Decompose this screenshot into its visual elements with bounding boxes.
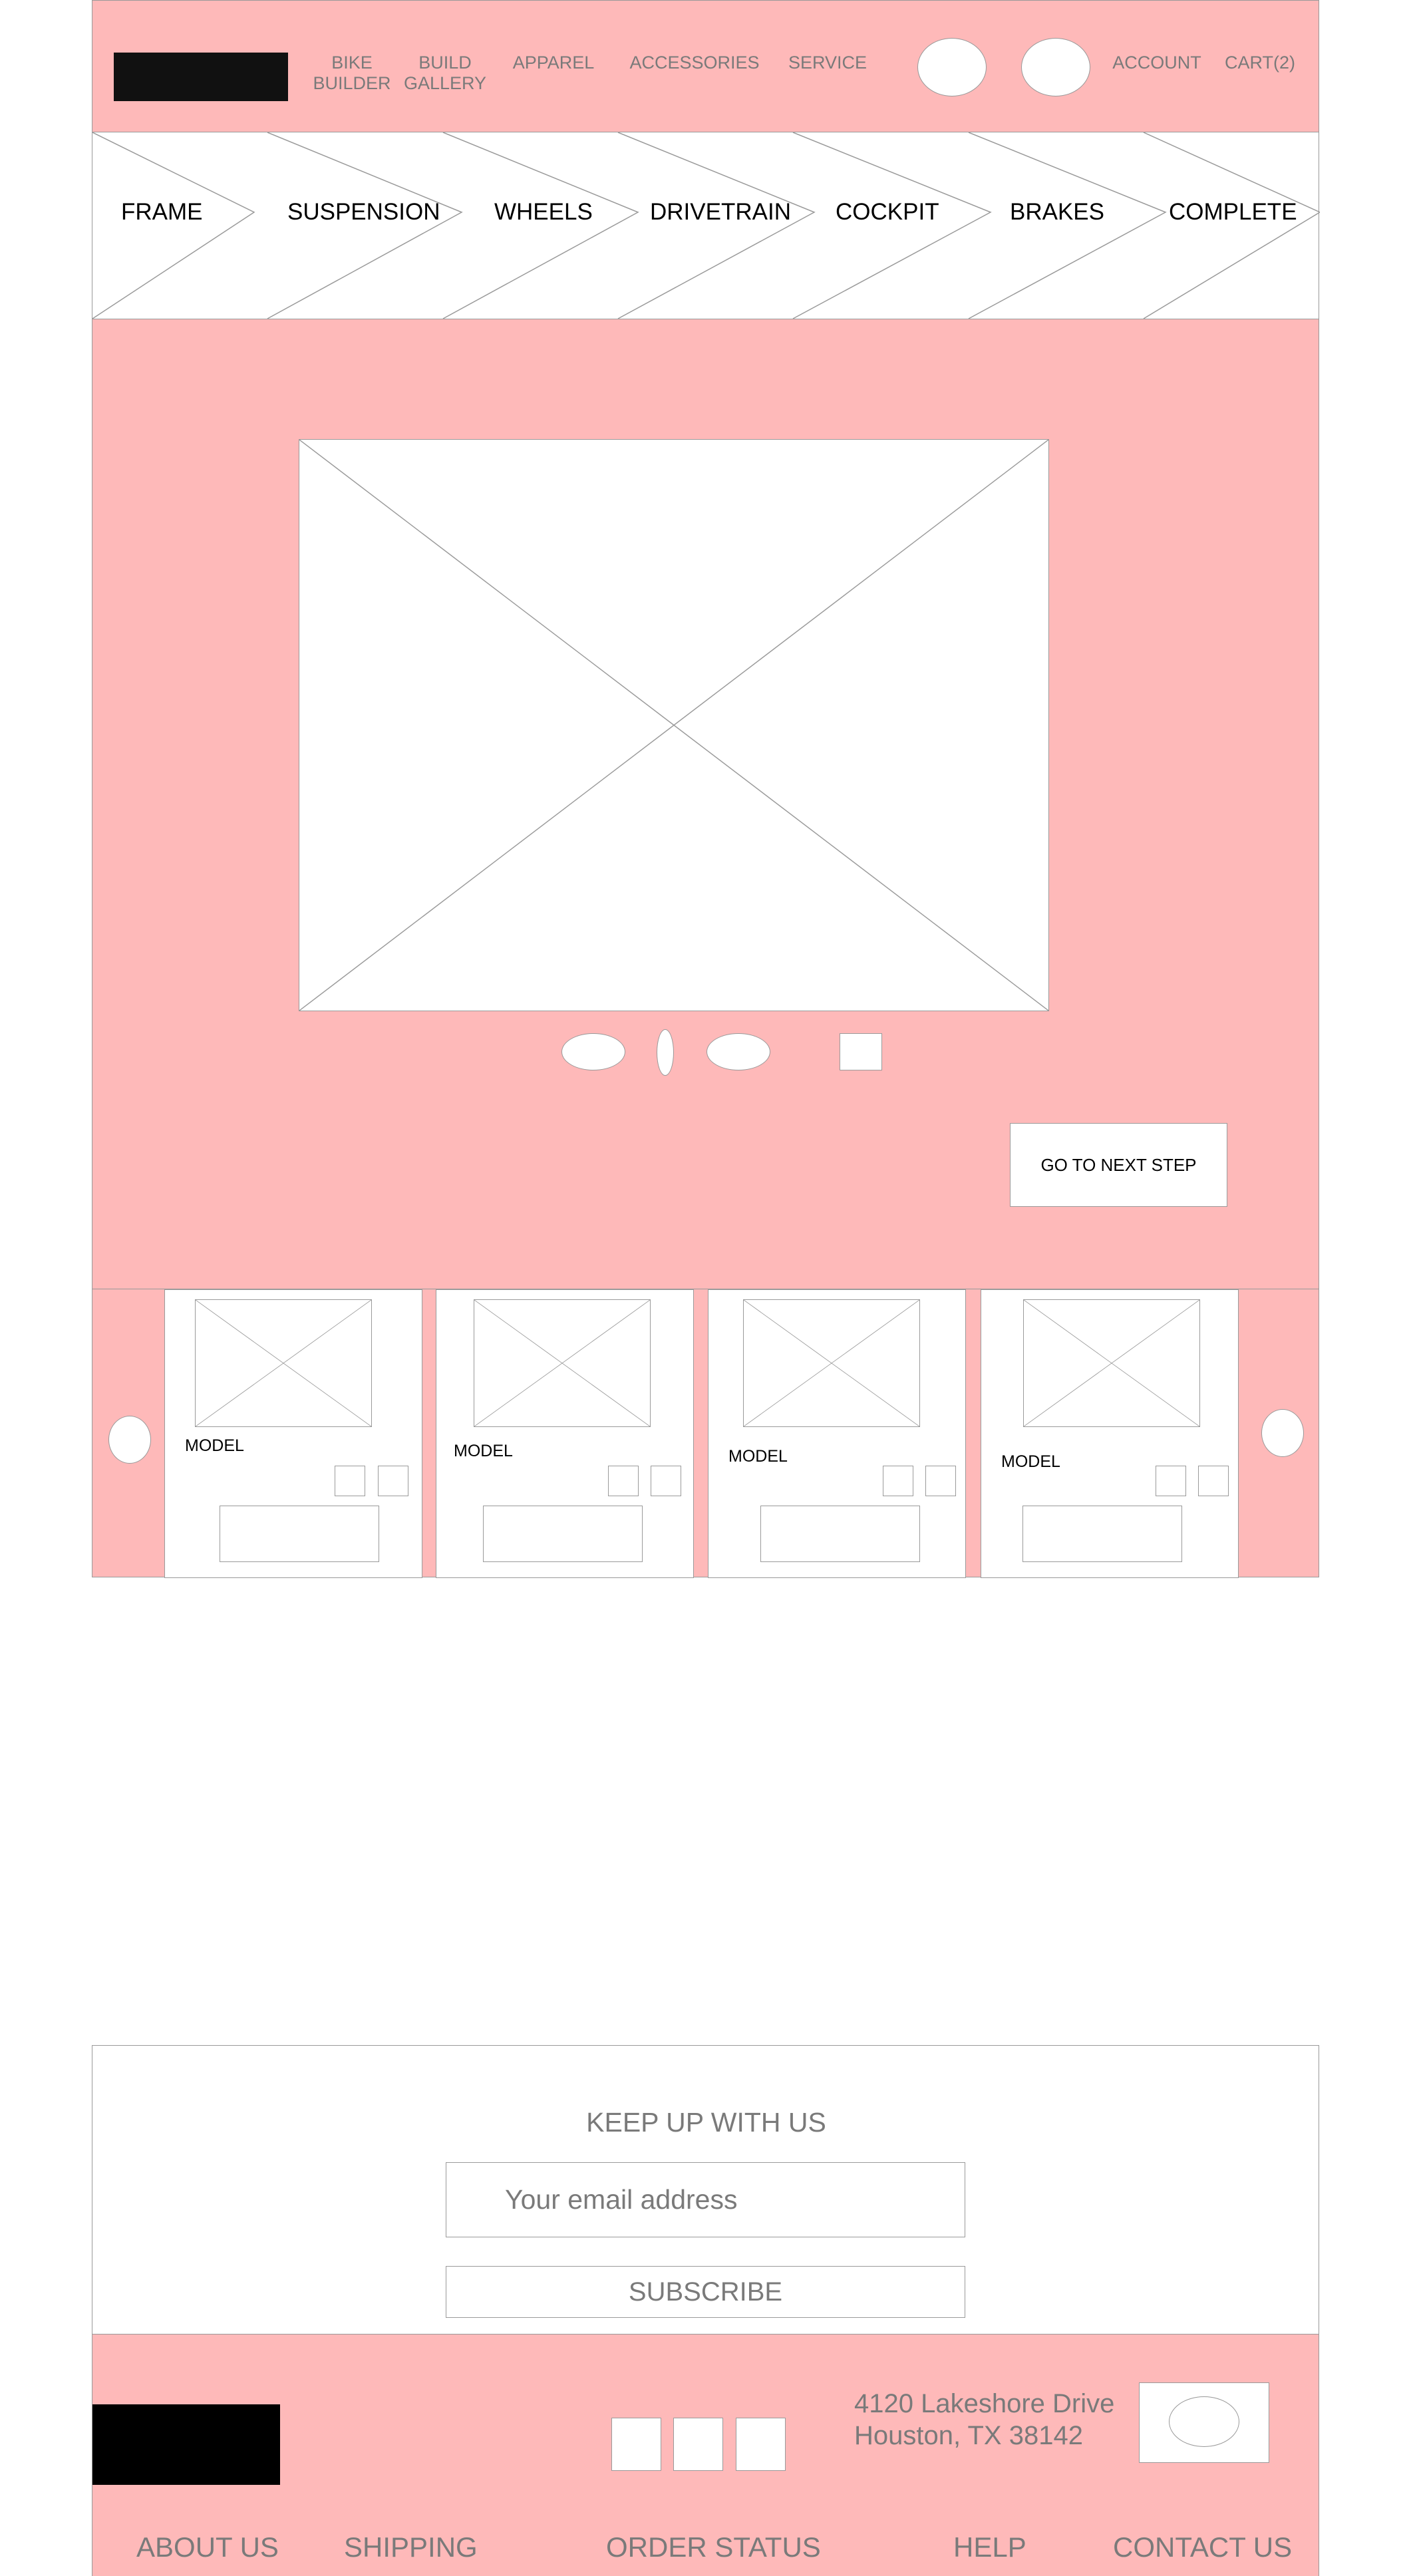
product-image [743, 1299, 920, 1427]
step-suspension[interactable]: SUSPENSION [287, 199, 440, 226]
site-header: BIKE BUILDER BUILD GALLERY APPAREL ACCES… [92, 0, 1319, 132]
footer-logo[interactable] [92, 2404, 280, 2485]
product-name: MODEL [1001, 1452, 1060, 1471]
product-name: MODEL [454, 1442, 513, 1460]
product-card[interactable]: MODEL [981, 1289, 1239, 1578]
newsletter-title: KEEP UP WITH US [586, 2107, 826, 2138]
newsletter-section: KEEP UP WITH US Your email address SUBSC… [92, 2045, 1319, 2334]
step-brakes[interactable]: BRAKES [1010, 199, 1104, 226]
nav-link-service[interactable]: SERVICE [758, 53, 897, 73]
add-to-build-button[interactable] [220, 1506, 379, 1562]
search-icon[interactable] [917, 38, 987, 96]
product-carousel: MODEL MODEL MODEL MODEL [92, 1289, 1319, 1578]
site-logo[interactable] [114, 53, 288, 101]
footer-link-contact[interactable]: CONTACT US [1113, 2531, 1292, 2563]
address-line-2: Houston, TX 38142 [854, 2421, 1083, 2450]
map-pin-icon [1169, 2396, 1239, 2447]
bike-preview-image [299, 439, 1049, 1011]
footer-address: 4120 Lakeshore Drive Houston, TX 38142 [854, 2388, 1114, 2452]
favorite-toggle-icon[interactable] [378, 1466, 408, 1496]
compare-toggle-icon[interactable] [883, 1466, 913, 1496]
nav-link-build-gallery[interactable]: BUILD GALLERY [398, 53, 492, 94]
compare-toggle-icon[interactable] [335, 1466, 365, 1496]
add-to-build-button[interactable] [483, 1506, 643, 1562]
step-wheels[interactable]: WHEELS [494, 199, 593, 226]
social-facebook-icon[interactable] [611, 2418, 661, 2471]
builder-area: GO TO NEXT STEP [92, 319, 1319, 1289]
social-twitter-icon[interactable] [736, 2418, 786, 2471]
rotate-left-icon[interactable] [561, 1033, 625, 1070]
product-image [474, 1299, 651, 1427]
step-chevrons-outline [92, 132, 1320, 319]
favorite-toggle-icon[interactable] [651, 1466, 681, 1496]
email-field[interactable]: Your email address [446, 2162, 965, 2237]
subscribe-button[interactable]: SUBSCRIBE [446, 2266, 965, 2318]
footer-link-order-status[interactable]: ORDER STATUS [606, 2531, 821, 2563]
wishlist-icon[interactable] [1021, 38, 1090, 96]
footer-link-about[interactable]: ABOUT US [136, 2531, 279, 2563]
carousel-next-icon[interactable] [1261, 1409, 1304, 1457]
map-thumbnail[interactable] [1139, 2382, 1269, 2463]
address-line-1: 4120 Lakeshore Drive [854, 2389, 1115, 2418]
subscribe-label: SUBSCRIBE [628, 2277, 783, 2307]
step-complete[interactable]: COMPLETE [1169, 199, 1297, 226]
compare-toggle-icon[interactable] [1156, 1466, 1186, 1496]
fullscreen-icon[interactable] [840, 1033, 882, 1070]
product-image [195, 1299, 372, 1427]
step-frame[interactable]: FRAME [121, 199, 203, 226]
nav-link-apparel[interactable]: APPAREL [504, 53, 603, 73]
compare-toggle-icon[interactable] [608, 1466, 639, 1496]
product-image [1023, 1299, 1200, 1427]
rotate-right-icon[interactable] [706, 1033, 770, 1070]
account-link[interactable]: ACCOUNT [1110, 53, 1203, 73]
nav-link-bike-builder[interactable]: BIKE BUILDER [305, 53, 398, 94]
product-name: MODEL [728, 1447, 788, 1466]
add-to-build-button[interactable] [760, 1506, 920, 1562]
social-instagram-icon[interactable] [673, 2418, 723, 2471]
next-step-button[interactable]: GO TO NEXT STEP [1010, 1123, 1227, 1207]
product-card[interactable]: MODEL [164, 1289, 422, 1578]
favorite-toggle-icon[interactable] [1198, 1466, 1229, 1496]
footer-link-help[interactable]: HELP [953, 2531, 1026, 2563]
next-step-label: GO TO NEXT STEP [1040, 1154, 1197, 1175]
build-steps-bar: FRAME SUSPENSION WHEELS DRIVETRAIN COCKP… [92, 132, 1320, 319]
carousel-prev-icon[interactable] [108, 1416, 151, 1464]
product-card[interactable]: MODEL [436, 1289, 694, 1578]
product-card[interactable]: MODEL [708, 1289, 966, 1578]
product-name: MODEL [185, 1436, 244, 1455]
footer-link-shipping[interactable]: SHIPPING [344, 2531, 478, 2563]
step-cockpit[interactable]: COCKPIT [836, 199, 939, 226]
cart-link[interactable]: CART(2) [1223, 53, 1297, 73]
site-footer: 4120 Lakeshore Drive Houston, TX 38142 A… [92, 2334, 1319, 2576]
step-drivetrain[interactable]: DRIVETRAIN [650, 199, 791, 226]
rotate-handle-icon[interactable] [657, 1029, 674, 1076]
favorite-toggle-icon[interactable] [925, 1466, 956, 1496]
add-to-build-button[interactable] [1022, 1506, 1182, 1562]
email-field-placeholder: Your email address [505, 2184, 738, 2215]
